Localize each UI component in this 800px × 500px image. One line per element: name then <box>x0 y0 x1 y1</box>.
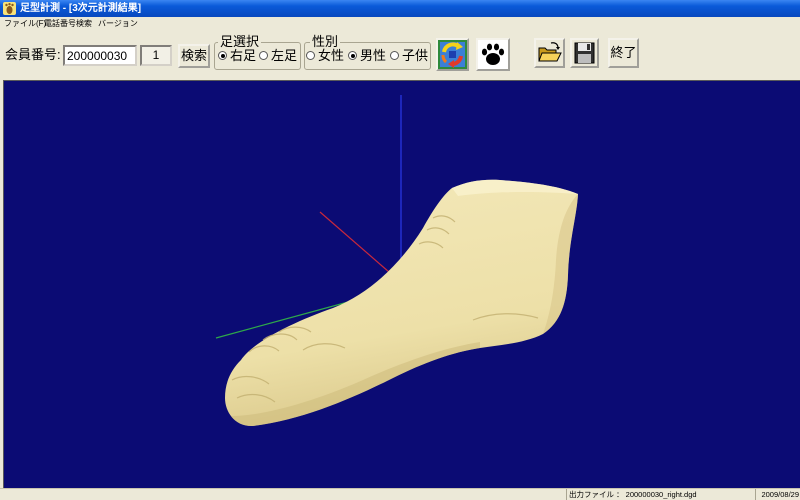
3d-viewport[interactable] <box>3 80 800 488</box>
application-window: 足型計測 - [3次元計測結果] ファイル(F) 電話番号検索 バージョン 会員… <box>0 0 800 500</box>
radio-child[interactable]: 子供 <box>390 48 428 64</box>
radio-button-icon[interactable] <box>259 51 268 61</box>
paw-print-icon <box>478 40 508 69</box>
radio-right-foot[interactable]: 右足 <box>218 48 256 64</box>
menu-phone-search[interactable]: 電話番号検索 <box>44 17 92 30</box>
radio-button-icon[interactable] <box>218 51 227 61</box>
rotate-view-button[interactable] <box>436 38 469 71</box>
menu-version[interactable]: バージョン <box>98 17 138 30</box>
menu-file[interactable]: ファイル(F) <box>4 17 46 30</box>
member-number-input[interactable] <box>63 45 137 66</box>
exit-button[interactable]: 終了 <box>608 38 639 68</box>
radio-left-foot[interactable]: 左足 <box>259 48 297 64</box>
3d-scene[interactable] <box>3 80 800 488</box>
radio-button-icon[interactable] <box>390 51 399 61</box>
status-output-file: 出力ファイル ： 200000030_right.dgd <box>566 489 755 500</box>
save-button[interactable] <box>570 38 599 68</box>
radio-male[interactable]: 男性 <box>348 48 386 64</box>
open-file-button[interactable] <box>534 38 565 68</box>
rotate-view-icon <box>438 40 467 69</box>
member-number-label: 会員番号: <box>5 47 61 62</box>
radio-label: 子供 <box>402 48 429 63</box>
x-axis-line <box>319 211 390 273</box>
paw-print-button[interactable] <box>476 38 510 71</box>
gender-legend: 性別 <box>310 34 341 49</box>
radio-female[interactable]: 女性 <box>306 48 344 64</box>
radio-label: 男性 <box>360 48 387 63</box>
toolbar: 会員番号: 1 検索 足選択 右足 左足 性別 女性 男性 子供 <box>0 30 800 80</box>
window-title: 足型計測 - [3次元計測結果] <box>20 3 142 14</box>
radio-label: 女性 <box>318 48 345 63</box>
radio-button-icon[interactable] <box>306 51 315 61</box>
status-date: 2009/08/29 <box>755 489 800 500</box>
count-field[interactable]: 1 <box>140 45 172 66</box>
save-disk-icon <box>574 42 595 64</box>
app-foot-icon[interactable] <box>3 2 16 15</box>
radio-label: 右足 <box>230 48 257 63</box>
menu-bar: ファイル(F) 電話番号検索 バージョン <box>0 17 800 30</box>
search-button[interactable]: 検索 <box>178 44 210 68</box>
foot-select-legend: 足選択 <box>218 34 262 49</box>
title-bar[interactable]: 足型計測 - [3次元計測結果] <box>0 0 800 17</box>
status-bar: 出力ファイル ： 200000030_right.dgd 2009/08/29 <box>0 488 800 500</box>
open-folder-icon <box>538 42 562 62</box>
radio-button-icon[interactable] <box>348 51 357 61</box>
radio-label: 左足 <box>271 48 298 63</box>
